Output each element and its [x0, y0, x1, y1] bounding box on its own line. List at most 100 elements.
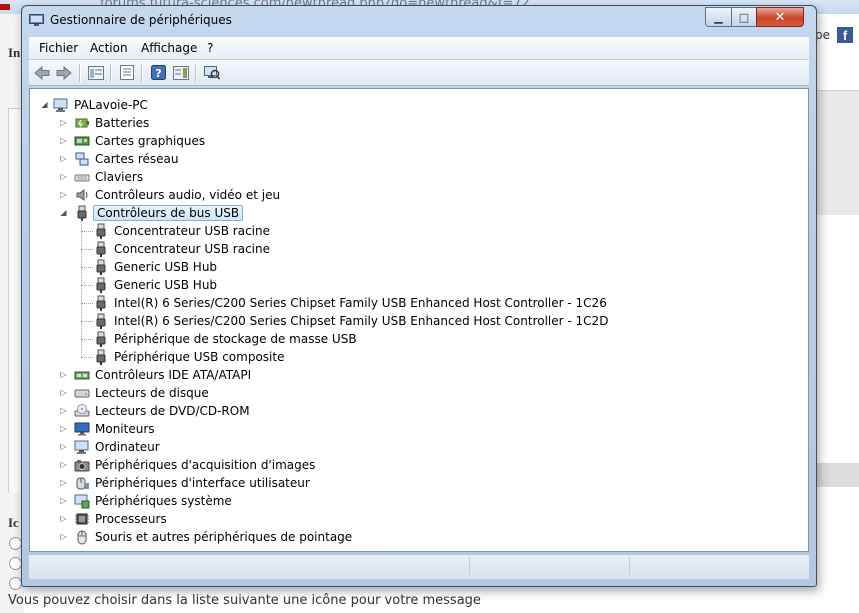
tree-category[interactable]: Contrôleurs de bus USB	[74, 204, 244, 222]
tree-device[interactable]: Concentrateur USB racine	[93, 240, 272, 258]
expand-arrow-icon[interactable]: ▷	[59, 514, 68, 523]
window-title: Gestionnaire de périphériques	[50, 13, 232, 27]
tree-category[interactable]: Contrôleurs IDE ATA/ATAPI	[74, 366, 253, 384]
close-icon: ✕	[774, 9, 786, 25]
back-arrow-icon[interactable]	[33, 64, 51, 81]
tree-item-label: Contrôleurs audio, vidéo et jeu	[95, 188, 281, 202]
tree-connector	[81, 231, 93, 232]
tree-category[interactable]: Contrôleurs audio, vidéo et jeu	[74, 186, 282, 204]
tree-category[interactable]: Lecteurs de DVD/CD-ROM	[74, 402, 252, 420]
tree-device[interactable]: Intel(R) 6 Series/C200 Series Chipset Fa…	[93, 312, 610, 330]
expand-arrow-icon[interactable]: ▷	[59, 190, 68, 199]
show-hide-tree-icon[interactable]	[87, 64, 105, 81]
tree-item-label: Souris et autres périphériques de pointa…	[95, 530, 353, 544]
tree-category[interactable]: Moniteurs	[74, 420, 157, 438]
tree-category[interactable]: Processeurs	[74, 510, 169, 528]
menu-fichier[interactable]: Fichier	[39, 41, 78, 55]
properties-icon[interactable]	[118, 64, 136, 81]
minimize-button[interactable]: ▁	[705, 7, 732, 27]
tree-view: ◢ PALavoie-PC ▷ Batteries ▷ Cartes graphiques…	[30, 89, 808, 551]
graphics-card-icon	[74, 136, 90, 146]
tree-category[interactable]: Batteries	[74, 114, 151, 132]
collapse-arrow-icon[interactable]: ◢	[40, 100, 49, 109]
expand-arrow-icon[interactable]: ▷	[59, 442, 68, 451]
tree-category[interactable]: Ordinateur	[74, 438, 162, 456]
tree-item-label: Périphériques système	[95, 494, 232, 508]
minimize-icon: ▁	[714, 10, 723, 24]
expand-arrow-icon[interactable]: ▷	[59, 370, 68, 379]
expand-arrow-icon[interactable]: ▷	[59, 532, 68, 541]
collapse-arrow-icon[interactable]: ◢	[59, 208, 68, 217]
action-pane-icon[interactable]	[172, 64, 190, 81]
ide-controller-icon	[74, 371, 90, 380]
tree-category[interactable]: Périphériques système	[74, 492, 234, 510]
page-section-heading: In	[8, 45, 21, 60]
menu-action[interactable]: Action	[90, 41, 128, 55]
tree-category[interactable]: Souris et autres périphériques de pointa…	[74, 528, 354, 546]
tree-item-label: Cartes réseau	[95, 152, 179, 166]
device-tree[interactable]: ◢ PALavoie-PC ▷ Batteries ▷ Cartes graphiques…	[29, 88, 809, 552]
expand-arrow-icon[interactable]: ▷	[59, 136, 68, 145]
tree-device[interactable]: Concentrateur USB racine	[93, 222, 272, 240]
tree-item-label: Generic USB Hub	[114, 260, 218, 274]
maximize-button[interactable]: □	[731, 7, 757, 27]
tree-category[interactable]: Lecteurs de disque	[74, 384, 211, 402]
expand-arrow-icon[interactable]: ▷	[59, 478, 68, 487]
menu-affichage[interactable]: Affichage	[141, 41, 197, 55]
menu-bar: Fichier Action Affichage ?	[29, 37, 809, 60]
tree-category[interactable]: Cartes graphiques	[74, 132, 207, 150]
tree-connector	[81, 220, 82, 357]
page-footer-text: Vous pouvez choisir dans la liste suivan…	[8, 593, 481, 608]
disk-drive-icon	[74, 389, 90, 398]
scan-hardware-icon[interactable]	[203, 64, 221, 81]
toolbar-separator	[141, 64, 143, 82]
tree-item-label: Intel(R) 6 Series/C200 Series Chipset Fa…	[114, 296, 607, 310]
tree-category[interactable]: Claviers	[74, 168, 145, 186]
usb-plug-icon	[96, 295, 106, 311]
expand-arrow-icon[interactable]: ▷	[59, 406, 68, 415]
tree-category[interactable]: Cartes réseau	[74, 150, 180, 168]
tree-device[interactable]: Périphérique USB composite	[93, 348, 286, 366]
system-device-icon	[74, 494, 90, 509]
close-button[interactable]: ✕	[756, 7, 804, 27]
menu-help[interactable]: ?	[207, 41, 213, 55]
page-icons-heading: Ic	[8, 515, 19, 530]
tree-root[interactable]: PALavoie-PC	[53, 96, 150, 114]
expand-arrow-icon[interactable]: ▷	[59, 154, 68, 163]
forward-arrow-icon[interactable]	[55, 64, 73, 81]
expand-arrow-icon[interactable]: ▷	[59, 496, 68, 505]
tree-item-label: Lecteurs de disque	[95, 386, 209, 400]
tree-item-label: Périphérique de stockage de masse USB	[114, 332, 357, 346]
network-card-icon	[75, 152, 89, 166]
processor-icon	[75, 513, 89, 525]
expand-arrow-icon[interactable]: ▷	[59, 172, 68, 181]
status-segment	[629, 557, 630, 575]
tree-device[interactable]: Intel(R) 6 Series/C200 Series Chipset Fa…	[93, 294, 609, 312]
tree-connector	[81, 267, 93, 268]
tree-connector	[81, 339, 93, 340]
help-icon[interactable]: ?	[149, 64, 167, 81]
battery-icon	[75, 118, 89, 128]
tree-device[interactable]: Generic USB Hub	[93, 276, 219, 294]
hid-icon	[76, 477, 89, 490]
tree-category[interactable]: Périphériques d'acquisition d'images	[74, 456, 317, 474]
expand-arrow-icon[interactable]: ▷	[59, 388, 68, 397]
tree-device[interactable]: Generic USB Hub	[93, 258, 219, 276]
tree-category[interactable]: Périphériques d'interface utilisateur	[74, 474, 312, 492]
toolbar: ?	[29, 60, 809, 86]
expand-arrow-icon[interactable]: ▷	[59, 424, 68, 433]
tree-item-label: Processeurs	[95, 512, 167, 526]
status-segment	[469, 557, 470, 575]
tree-item-label: Ordinateur	[95, 440, 160, 454]
monitor-icon	[74, 422, 90, 436]
tree-item-label: Batteries	[95, 116, 150, 130]
title-bar[interactable]: Gestionnaire de périphériques ▁ □ ✕	[22, 6, 816, 36]
usb-plug-icon	[96, 313, 106, 329]
expand-arrow-icon[interactable]: ▷	[59, 118, 68, 127]
tree-device[interactable]: Périphérique de stockage de masse USB	[93, 330, 359, 348]
expand-arrow-icon[interactable]: ▷	[59, 460, 68, 469]
tree-connector	[81, 285, 93, 286]
tree-item-label: Intel(R) 6 Series/C200 Series Chipset Fa…	[114, 314, 609, 328]
usb-plug-icon	[96, 223, 106, 239]
facebook-icon[interactable]: f	[837, 27, 853, 43]
